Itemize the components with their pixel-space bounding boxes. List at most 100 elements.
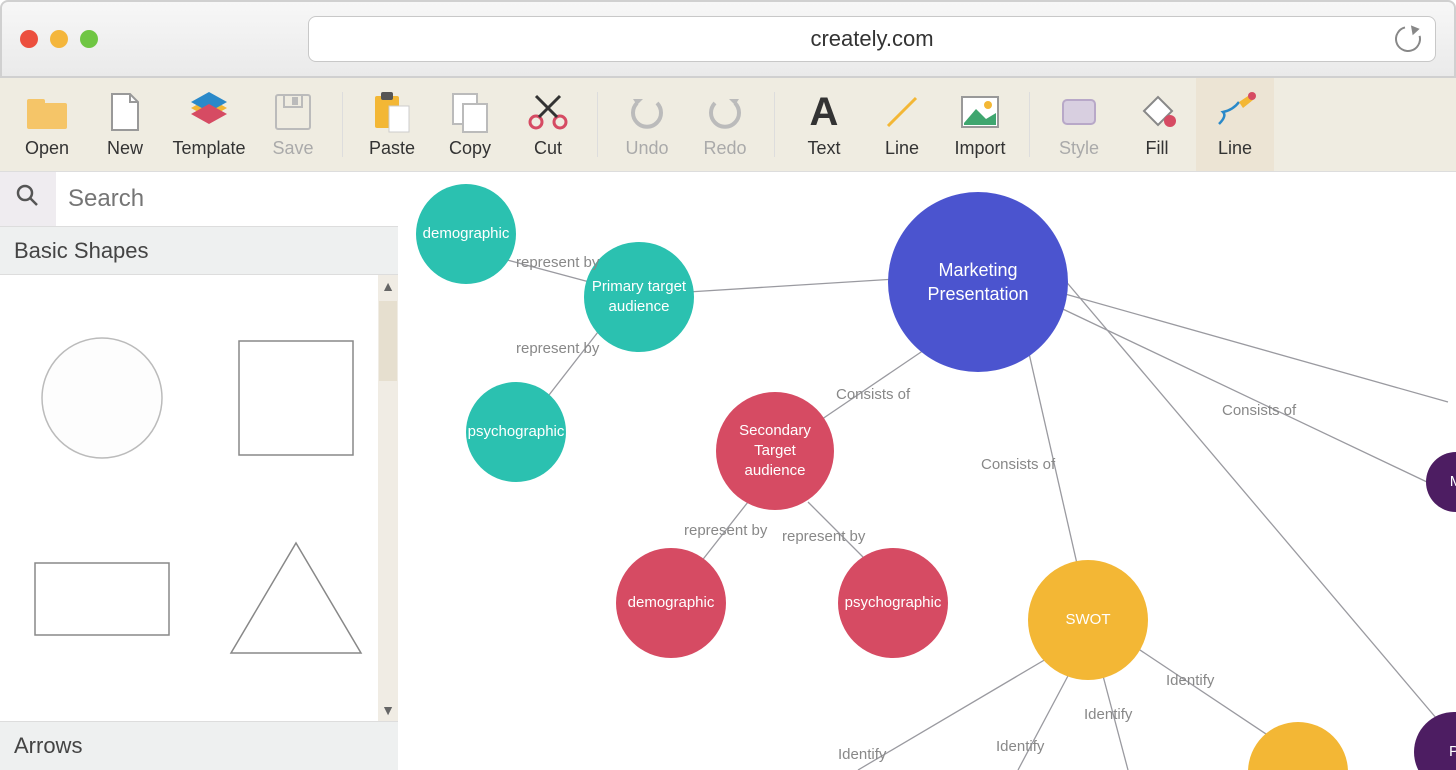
sidebar: Basic Shapes ▲ ▼ Arrows [0,172,398,770]
scroll-up-icon[interactable]: ▲ [381,275,395,297]
text-label: Text [807,138,840,159]
cut-button[interactable]: Cut [509,78,587,171]
paste-icon [371,90,413,134]
redo-label: Redo [703,138,746,159]
edge-label: Identify [838,746,886,763]
edge-label: Consists of [981,456,1055,473]
edge-label: Consists of [836,386,910,403]
node-label: M [1450,472,1456,492]
node-label: demographic [423,224,510,244]
separator [342,92,343,157]
toolbar: Open New Template Save Paste Copy C [0,78,1456,172]
undo-label: Undo [625,138,668,159]
node-marketing-presentation[interactable]: Marketing Presentation [888,192,1068,372]
shapes-scrollbar[interactable]: ▲ ▼ [378,275,398,721]
basic-shapes-header[interactable]: Basic Shapes [0,226,398,275]
scroll-down-icon[interactable]: ▼ [381,699,395,721]
folder-icon [25,90,69,134]
fill-icon [1136,90,1178,134]
line-label: Line [1218,138,1252,159]
address-bar[interactable]: creately.com [308,16,1436,62]
node-label: P [1449,742,1456,762]
node-swot[interactable]: SWOT [1028,560,1148,680]
node-label: Primary target audience [590,277,688,318]
text-button[interactable]: A Text [785,78,863,171]
style-label: Style [1059,138,1099,159]
new-button[interactable]: New [86,78,164,171]
fill-button[interactable]: Fill [1118,78,1196,171]
new-label: New [107,138,143,159]
pencil-icon [1213,90,1257,134]
template-icon [187,90,231,134]
save-label: Save [272,138,313,159]
edge-label: represent by [516,254,599,271]
search-icon[interactable] [0,183,56,216]
template-label: Template [172,138,245,159]
edge-label: Identify [1084,706,1132,723]
file-icon [108,90,142,134]
arrows-header[interactable]: Arrows [0,721,398,770]
redo-button[interactable]: Redo [686,78,764,171]
node-demographic2[interactable]: demographic [616,548,726,658]
paste-button[interactable]: Paste [353,78,431,171]
open-button[interactable]: Open [8,78,86,171]
circle-shape[interactable] [10,303,194,493]
square-shape[interactable] [204,303,388,493]
edge-label: represent by [684,522,767,539]
node-label: SWOT [1066,610,1111,630]
edge-label: Identify [1166,672,1214,689]
copy-button[interactable]: Copy [431,78,509,171]
edge-label: Consists of [1222,402,1296,419]
node-secondary-audience[interactable]: Secondary Target audience [716,392,834,510]
cut-label: Cut [534,138,562,159]
url-text: creately.com [810,26,933,52]
line-tool-label: Line [885,138,919,159]
scissors-icon [526,90,570,134]
rectangle-shape[interactable] [10,503,194,693]
edge-label: represent by [782,528,865,545]
node-label: psychographic [845,593,942,613]
separator [1029,92,1030,157]
search-bar [0,172,398,226]
triangle-shape[interactable] [204,503,388,693]
undo-icon [627,90,667,134]
basic-shapes-label: Basic Shapes [14,238,149,264]
separator [774,92,775,157]
node-label: Marketing Presentation [894,258,1062,307]
arrows-label: Arrows [14,733,82,759]
canvas[interactable]: demographic Primary target audience psyc… [398,172,1456,770]
close-window-icon[interactable] [20,30,38,48]
shapes-panel: ▲ ▼ [0,275,398,721]
redo-icon [705,90,745,134]
node-psychographic2[interactable]: psychographic [838,548,948,658]
edge-label: Identify [996,738,1044,755]
copy-icon [449,90,491,134]
reload-icon[interactable] [1390,21,1426,57]
save-button[interactable]: Save [254,78,332,171]
browser-chrome: creately.com [0,0,1456,78]
template-button[interactable]: Template [164,78,254,171]
scroll-thumb[interactable] [379,301,397,381]
edge-label: represent by [516,340,599,357]
save-icon [274,90,312,134]
style-button[interactable]: Style [1040,78,1118,171]
line-tool-button[interactable]: Line [863,78,941,171]
node-label: Secondary Target audience [722,421,828,482]
node-psychographic1[interactable]: psychographic [466,382,566,482]
import-label: Import [954,138,1005,159]
import-icon [958,90,1002,134]
window-controls [20,30,98,48]
maximize-window-icon[interactable] [80,30,98,48]
line-button[interactable]: Line [1196,78,1274,171]
search-input[interactable] [56,172,398,226]
copy-label: Copy [449,138,491,159]
import-button[interactable]: Import [941,78,1019,171]
node-primary-audience[interactable]: Primary target audience [584,242,694,352]
style-icon [1059,90,1099,134]
minimize-window-icon[interactable] [50,30,68,48]
separator [597,92,598,157]
text-icon: A [810,90,839,134]
line-icon [882,90,922,134]
undo-button[interactable]: Undo [608,78,686,171]
node-demographic1[interactable]: demographic [416,184,516,284]
